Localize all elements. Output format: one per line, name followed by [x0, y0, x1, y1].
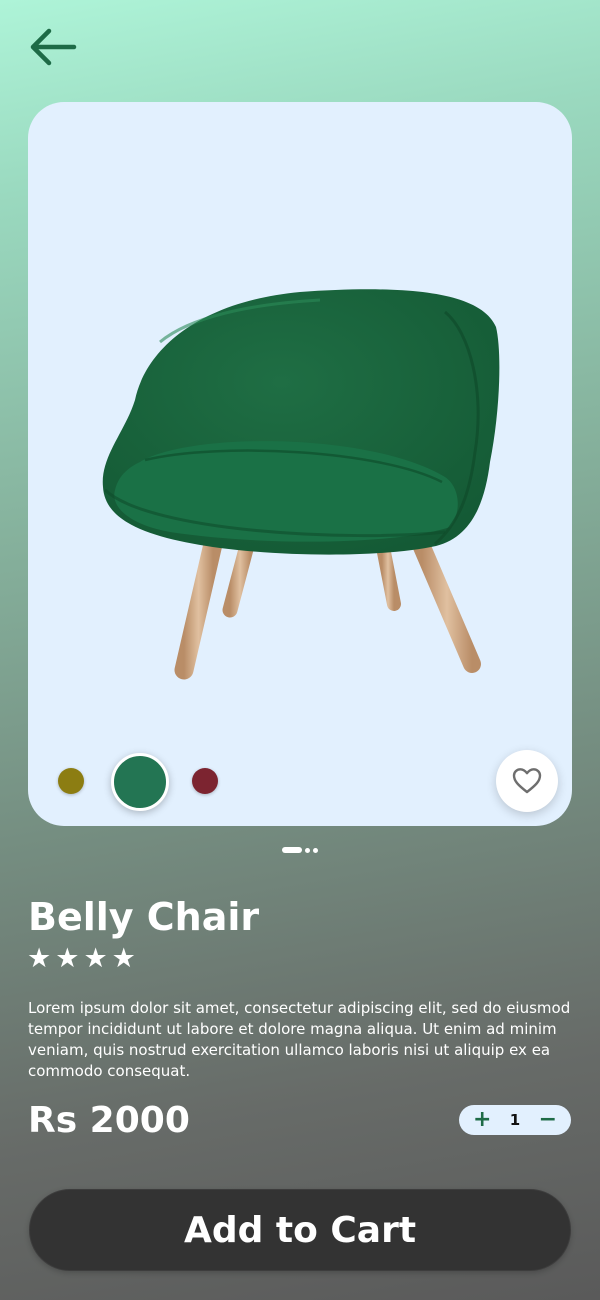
- add-to-cart-button[interactable]: Add to Cart: [29, 1189, 571, 1271]
- pager-dot[interactable]: [313, 847, 318, 853]
- star-icon: ★: [27, 943, 52, 974]
- favorite-button[interactable]: [496, 750, 558, 812]
- quantity-value: 1: [509, 1111, 521, 1129]
- green-armchair-image: [102, 289, 500, 680]
- pager-dot-active[interactable]: [282, 847, 302, 853]
- heart-outline-icon: [512, 768, 542, 794]
- product-description: Lorem ipsum dolor sit amet, consectetur …: [28, 999, 571, 1080]
- rating-stars: ★ ★ ★ ★: [27, 944, 136, 974]
- image-pager: [282, 847, 318, 853]
- star-icon: ★: [83, 943, 108, 974]
- star-icon: ★: [55, 943, 80, 974]
- product-price: Rs 2000: [28, 1100, 190, 1141]
- product-title: Belly Chair: [28, 895, 260, 939]
- star-icon: ★: [111, 943, 136, 974]
- color-swatch-green-selected[interactable]: [111, 753, 169, 811]
- arrow-left-icon: [30, 28, 77, 66]
- color-swatch-maroon[interactable]: [192, 768, 218, 794]
- back-button[interactable]: [26, 26, 78, 70]
- decrement-button[interactable]: −: [539, 1105, 557, 1135]
- pager-dot[interactable]: [305, 847, 310, 853]
- increment-button[interactable]: +: [473, 1105, 491, 1135]
- color-swatch-olive[interactable]: [58, 768, 84, 794]
- product-image-card: [28, 102, 572, 826]
- quantity-stepper: + 1 −: [459, 1105, 571, 1135]
